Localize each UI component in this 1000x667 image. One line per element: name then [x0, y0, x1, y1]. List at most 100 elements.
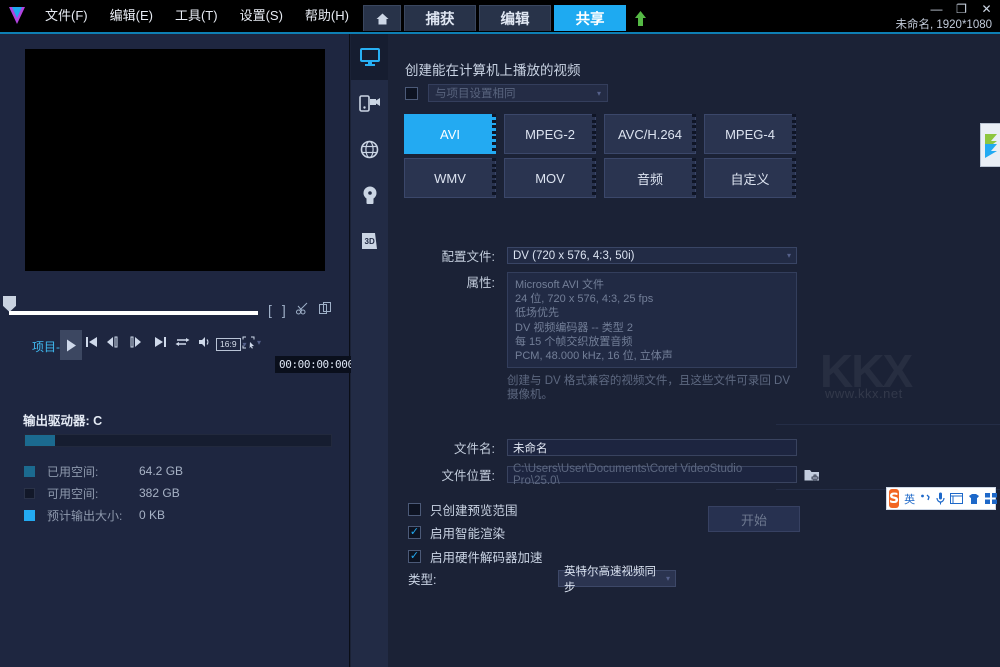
fullscreen-preview-button[interactable]: ▾	[242, 336, 261, 349]
same-as-project-checkbox[interactable]	[405, 87, 418, 100]
tab-home[interactable]	[363, 5, 401, 31]
drive-usage-fill	[25, 435, 55, 446]
legend-row-free: 可用空间: 382 GB	[24, 482, 344, 504]
minimize-button[interactable]: —	[929, 2, 944, 16]
menu-edit[interactable]: 编辑(E)	[99, 0, 164, 32]
ime-mode-button[interactable]: 英	[904, 491, 915, 507]
option-hw-decoder[interactable]: 启用硬件解码器加速	[408, 547, 543, 566]
workspace-tabs: 捕获 编辑 共享	[363, 3, 647, 31]
legend-label-free: 可用空间:	[47, 485, 139, 502]
library-flyout-tab[interactable]	[980, 123, 1000, 167]
panel-divider-1	[776, 424, 1000, 425]
volume-icon[interactable]	[198, 336, 213, 348]
cut-clip-icon[interactable]	[296, 302, 309, 318]
menu-help[interactable]: 帮助(H)	[294, 0, 360, 32]
sprocket-right	[492, 114, 496, 154]
prev-frame-icon[interactable]	[106, 336, 122, 348]
legend-swatch-estimated	[24, 510, 35, 521]
project-mode-label[interactable]: 项目-	[32, 338, 60, 355]
properties-description: 创建与 DV 格式兼容的视频文件，且这些文件可录回 DV 摄像机。	[507, 374, 799, 402]
format-avc-h264[interactable]: AVC/H.264	[600, 112, 700, 156]
format-wmv[interactable]: WMV	[400, 156, 500, 200]
playhead-handle[interactable]	[3, 296, 16, 312]
format-audio[interactable]: 音频	[600, 156, 700, 200]
preview-canvas	[25, 49, 325, 271]
sprocket-right	[692, 114, 696, 154]
format-mpeg4[interactable]: MPEG-4	[700, 112, 800, 156]
legend-swatch-used	[24, 466, 35, 477]
property-line: 24 位, 720 x 576, 4:3, 25 fps	[515, 292, 789, 306]
type-select[interactable]: 英特尔高速视频同步 ▾	[558, 570, 676, 587]
punctuation-icon[interactable]	[920, 493, 931, 505]
format-custom[interactable]: 自定义	[700, 156, 800, 200]
mark-in-icon[interactable]: [	[268, 302, 272, 318]
ime-logo[interactable]: S	[889, 489, 899, 508]
skin-icon[interactable]	[968, 493, 980, 505]
microphone-icon[interactable]	[936, 492, 945, 505]
same-as-project-row[interactable]: 与项目设置相同 ▾	[405, 84, 608, 102]
jump-start-icon[interactable]	[85, 336, 98, 348]
svg-text:3D: 3D	[365, 237, 375, 246]
preview-window[interactable]	[25, 49, 325, 271]
share-heading: 创建能在计算机上播放的视频	[405, 59, 581, 79]
scrub-track[interactable]	[9, 311, 258, 315]
menu-file[interactable]: 文件(F)	[34, 0, 99, 32]
sprocket-right	[592, 158, 596, 198]
format-grid: AVI MPEG-2 AVC/H.264 MPEG-4 WMV	[400, 112, 800, 200]
tab-share[interactable]: 共享	[554, 5, 626, 31]
format-avi[interactable]: AVI	[400, 112, 500, 156]
trim-toolbar: [ ]	[268, 302, 332, 318]
same-as-project-select[interactable]: 与项目设置相同 ▾	[428, 84, 608, 102]
option-smart-render[interactable]: 启用智能渲染	[408, 523, 505, 542]
keyboard-icon[interactable]	[950, 493, 963, 504]
profile-select[interactable]: DV (720 x 576, 4:3, 50i) ▾	[507, 247, 797, 264]
export-clip-icon[interactable]	[319, 302, 332, 318]
maximize-button[interactable]: ❐	[954, 2, 969, 16]
format-mov[interactable]: MOV	[500, 156, 600, 200]
globe-icon	[360, 140, 379, 159]
properties-label: 属性:	[405, 272, 495, 368]
upload-arrow-icon[interactable]	[634, 5, 647, 31]
sprocket-right	[792, 158, 796, 198]
jump-end-icon[interactable]	[154, 336, 167, 348]
toolbox-icon[interactable]	[985, 493, 997, 504]
sprocket-right	[792, 114, 796, 154]
next-frame-icon[interactable]	[130, 336, 146, 348]
chevron-down-icon: ▾	[787, 251, 791, 260]
project-title: 未命名, 1920*1080	[895, 16, 992, 32]
tab-capture[interactable]: 捕获	[404, 5, 476, 31]
tab-edit[interactable]: 编辑	[479, 5, 551, 31]
smart-render-checkbox[interactable]	[408, 526, 421, 539]
folder-browse-icon	[804, 468, 820, 482]
mark-out-icon[interactable]: ]	[282, 302, 286, 318]
legend-row-estimated: 预计输出大小: 0 KB	[24, 504, 344, 526]
filename-input[interactable]: 未命名	[507, 439, 797, 456]
rail-item-disc[interactable]	[351, 172, 388, 218]
type-label: 类型:	[408, 569, 558, 588]
menu-tools[interactable]: 工具(T)	[164, 0, 229, 32]
filelocation-label: 文件位置:	[405, 465, 495, 484]
rail-item-computer[interactable]	[351, 34, 388, 80]
rail-item-web[interactable]	[351, 126, 388, 172]
menu-settings[interactable]: 设置(S)	[229, 0, 294, 32]
loop-icon[interactable]	[175, 336, 190, 348]
device-camera-icon	[359, 94, 381, 112]
watermark-url: www.kkx.net	[825, 386, 903, 401]
rail-item-3d[interactable]: 3D	[351, 218, 388, 264]
app-window: 文件(F) 编辑(E) 工具(T) 设置(S) 帮助(H) 捕获 编辑 共享 —…	[0, 0, 1000, 667]
filename-label: 文件名:	[405, 438, 495, 457]
rail-item-device[interactable]	[351, 80, 388, 126]
format-mpeg2[interactable]: MPEG-2	[500, 112, 600, 156]
filelocation-input[interactable]: C:\Users\User\Documents\Corel VideoStudi…	[507, 466, 797, 483]
play-button[interactable]	[60, 330, 82, 360]
option-preview-range[interactable]: 只创建预览范围	[408, 500, 518, 519]
scrubber-row: [ ]	[0, 296, 350, 322]
folder-browse-button[interactable]	[804, 468, 820, 482]
format-mpeg4-label: MPEG-4	[704, 114, 796, 154]
hw-decoder-checkbox[interactable]	[408, 550, 421, 563]
legend-swatch-free	[24, 488, 35, 499]
preview-range-checkbox[interactable]	[408, 503, 421, 516]
transport-button-group	[85, 336, 213, 348]
start-button[interactable]: 开始	[708, 506, 800, 532]
close-button[interactable]: ✕	[979, 2, 994, 16]
